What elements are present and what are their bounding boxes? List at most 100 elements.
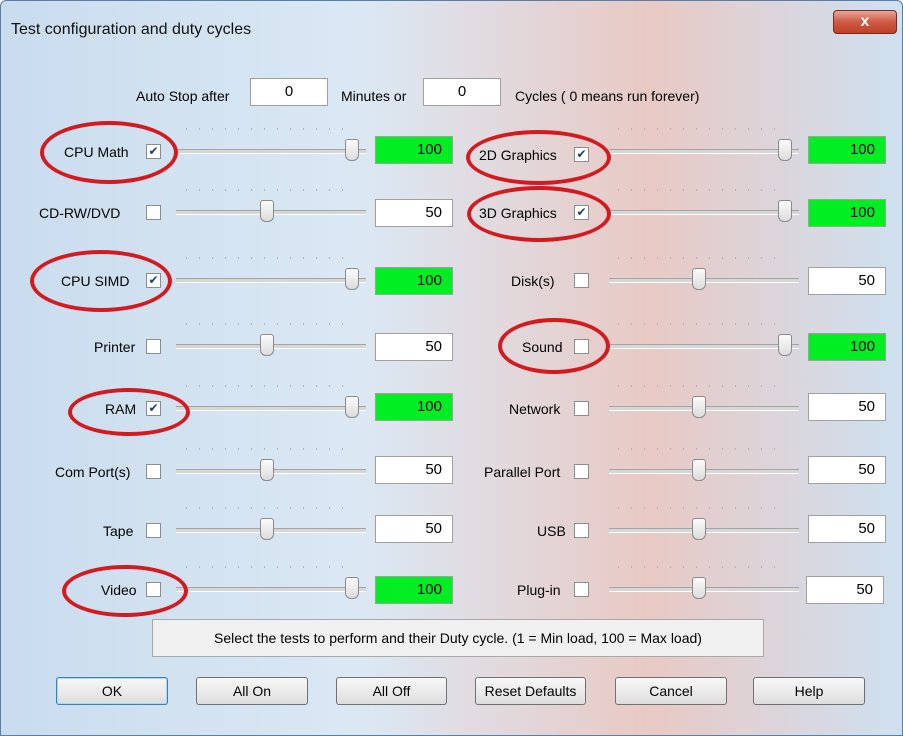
duty-disks[interactable]: 50	[808, 267, 886, 295]
duty-parallel-port[interactable]: 50	[808, 456, 886, 484]
slider-ticks	[186, 189, 354, 191]
slider-ticks	[186, 128, 354, 130]
checkbox-plugin[interactable]	[574, 582, 589, 597]
slider-track	[609, 344, 799, 349]
label-3d-graphics: 3D Graphics	[479, 205, 557, 221]
slider-video[interactable]	[345, 577, 359, 599]
slider-parallel-port[interactable]	[692, 459, 706, 481]
label-cpu-simd: CPU SIMD	[61, 273, 130, 289]
slider-ticks	[618, 323, 786, 325]
duty-plugin[interactable]: 50	[806, 576, 884, 604]
window-title: Test configuration and duty cycles	[11, 21, 252, 38]
slider-usb[interactable]	[692, 518, 706, 540]
slider-ticks	[618, 189, 786, 191]
label-ram: RAM	[105, 401, 137, 417]
slider-ticks	[186, 507, 354, 509]
ok-button[interactable]: OK	[56, 677, 168, 705]
duty-cpu-math[interactable]: 100	[375, 136, 453, 164]
slider-cpu-math[interactable]	[345, 139, 359, 161]
label-tape: Tape	[103, 523, 134, 539]
slider-tape[interactable]	[260, 518, 274, 540]
duty-tape[interactable]: 50	[375, 515, 453, 543]
slider-disks[interactable]	[692, 268, 706, 290]
auto-stop-label: Auto Stop after	[136, 88, 230, 104]
slider-ticks	[618, 257, 786, 259]
slider-ticks	[186, 448, 354, 450]
duty-printer[interactable]: 50	[375, 333, 453, 361]
slider-cpu-simd[interactable]	[345, 268, 359, 290]
checkbox-cpu-math[interactable]: ✔	[146, 144, 161, 159]
slider-ticks	[186, 566, 354, 568]
slider-cd-rw-dvd[interactable]	[260, 200, 274, 222]
all-on-button[interactable]: All On	[196, 677, 308, 705]
duty-2d-graphics[interactable]: 100	[808, 136, 886, 164]
label-cpu-math: CPU Math	[64, 144, 129, 160]
label-plugin: Plug-in	[517, 582, 561, 598]
checkbox-3d-graphics[interactable]: ✔	[574, 205, 589, 220]
slider-ticks	[618, 385, 786, 387]
duty-cd-rw-dvd[interactable]: 50	[375, 199, 453, 227]
auto-stop-cycles-input[interactable]: 0	[423, 78, 501, 106]
slider-track	[176, 278, 366, 283]
cycles-label: Cycles ( 0 means run forever)	[515, 88, 700, 104]
checkbox-tape[interactable]	[146, 523, 161, 538]
close-button[interactable]: x	[833, 10, 897, 34]
label-parallel-port: Parallel Port	[484, 464, 561, 480]
slider-track	[176, 406, 366, 411]
cancel-button[interactable]: Cancel	[615, 677, 727, 705]
checkbox-com-ports[interactable]	[146, 464, 161, 479]
duty-com-ports[interactable]: 50	[375, 456, 453, 484]
checkbox-sound[interactable]	[574, 339, 589, 354]
slider-plugin[interactable]	[692, 577, 706, 599]
duty-network[interactable]: 50	[808, 393, 886, 421]
slider-track	[176, 587, 366, 592]
slider-ticks	[618, 566, 786, 568]
all-off-button[interactable]: All Off	[336, 677, 447, 705]
slider-2d-graphics[interactable]	[778, 139, 792, 161]
slider-3d-graphics[interactable]	[778, 200, 792, 222]
checkbox-cd-rw-dvd[interactable]	[146, 205, 161, 220]
slider-ticks	[618, 507, 786, 509]
duty-sound[interactable]: 100	[808, 333, 886, 361]
slider-ticks	[618, 128, 786, 130]
slider-ram[interactable]	[345, 396, 359, 418]
reset-defaults-button[interactable]: Reset Defaults	[475, 677, 586, 705]
help-button[interactable]: Help	[753, 677, 865, 705]
checkbox-parallel-port[interactable]	[574, 464, 589, 479]
label-disks: Disk(s)	[511, 273, 555, 289]
slider-ticks	[186, 385, 354, 387]
auto-stop-minutes-input[interactable]: 0	[250, 78, 328, 106]
duty-usb[interactable]: 50	[808, 515, 886, 543]
slider-ticks	[186, 323, 354, 325]
slider-network[interactable]	[692, 396, 706, 418]
label-network: Network	[509, 401, 561, 417]
minutes-label: Minutes or	[341, 88, 407, 104]
slider-track	[609, 149, 799, 154]
checkbox-printer[interactable]	[146, 339, 161, 354]
slider-track	[176, 149, 366, 154]
checkbox-video[interactable]	[146, 582, 161, 597]
checkbox-network[interactable]	[574, 401, 589, 416]
label-cd-rw-dvd: CD-RW/DVD	[39, 205, 121, 221]
checkbox-ram[interactable]: ✔	[146, 401, 161, 416]
checkbox-usb[interactable]	[574, 523, 589, 538]
checkbox-2d-graphics[interactable]: ✔	[574, 147, 589, 162]
label-video: Video	[101, 582, 137, 598]
slider-sound[interactable]	[778, 334, 792, 356]
slider-ticks	[618, 448, 786, 450]
slider-printer[interactable]	[260, 334, 274, 356]
slider-com-ports[interactable]	[260, 459, 274, 481]
duty-video[interactable]: 100	[375, 576, 453, 604]
slider-ticks	[186, 257, 354, 259]
duty-ram[interactable]: 100	[375, 393, 453, 421]
info-text: Select the tests to perform and their Du…	[152, 619, 764, 657]
duty-3d-graphics[interactable]: 100	[808, 199, 886, 227]
checkbox-disks[interactable]	[574, 273, 589, 288]
label-printer: Printer	[94, 339, 136, 355]
label-com-ports: Com Port(s)	[55, 464, 131, 480]
title-bar[interactable]: Test configuration and duty cycles x	[1, 1, 903, 38]
slider-track	[609, 210, 799, 215]
label-2d-graphics: 2D Graphics	[479, 147, 557, 163]
checkbox-cpu-simd[interactable]: ✔	[146, 273, 161, 288]
duty-cpu-simd[interactable]: 100	[375, 267, 453, 295]
